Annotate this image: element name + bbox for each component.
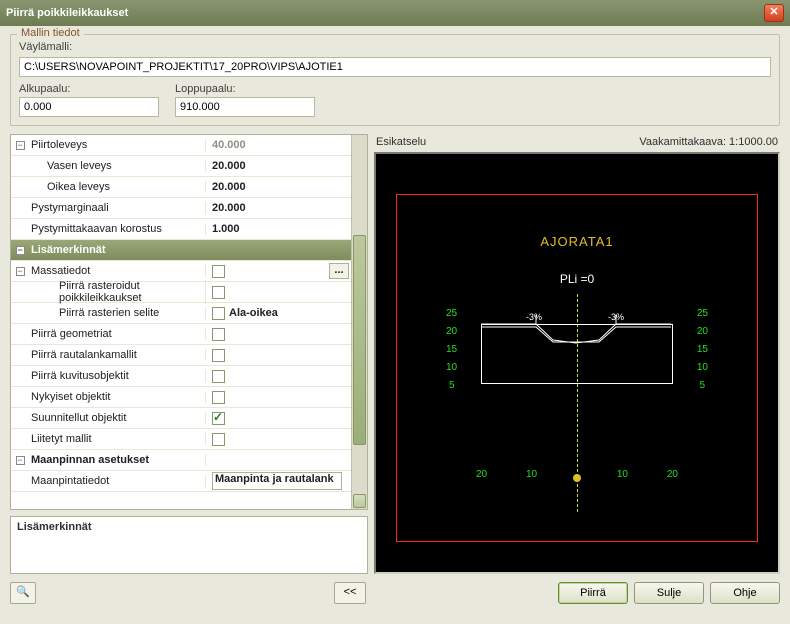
start-stake-input[interactable]: 0.000 [19, 97, 159, 117]
grid-row[interactable]: Oikea leveys20.000 [11, 177, 351, 198]
collapse-button[interactable]: << [334, 582, 366, 604]
property-name: Oikea leveys [29, 181, 206, 193]
checkbox[interactable] [212, 391, 225, 404]
property-name: Piirrä rasterien selite [29, 307, 206, 319]
preview-canvas: AJORATA1 PLi =0 -3% -3% 25 20 15 10 5 25… [374, 152, 780, 574]
path-label: Väylämalli: [19, 41, 771, 53]
title-bar: Piirrä poikkileikkaukset ✕ [0, 0, 790, 26]
close-icon[interactable]: ✕ [764, 4, 784, 22]
grid-row[interactable]: Piirrä rautalankamallit [11, 345, 351, 366]
scrollbar[interactable] [351, 135, 367, 509]
preview-title-2: PLi =0 [376, 272, 778, 286]
grid-row[interactable]: Piirrä kuvitusobjektit [11, 366, 351, 387]
bottom-bar: 🔍 << Piirrä Sulje Ohje [0, 574, 790, 612]
property-name: Piirrä rasteroidut poikkileikkaukset [29, 280, 206, 304]
grid-row[interactable]: Pystymittakaavan korostus1.000 [11, 219, 351, 240]
draw-button[interactable]: Piirrä [558, 582, 628, 604]
expand-toggle[interactable]: − [11, 265, 29, 277]
grid-row[interactable]: Piirrä rasteroidut poikkileikkaukset [11, 282, 351, 303]
property-value[interactable] [206, 286, 351, 299]
description-box: Lisämerkinnät [10, 516, 368, 574]
checkbox[interactable] [212, 412, 225, 425]
grid-row[interactable]: Nykyiset objektit [11, 387, 351, 408]
property-value[interactable]: ... [206, 263, 351, 279]
property-value[interactable] [206, 349, 351, 362]
property-value[interactable]: 20.000 [206, 160, 351, 172]
property-name: Lisämerkinnät [29, 244, 206, 256]
property-name: Vasen leveys [29, 160, 206, 172]
model-path-input[interactable]: C:\USERS\NOVAPOINT_PROJEKTIT\17_20PRO\VI… [19, 57, 771, 77]
zoom-icon[interactable]: 🔍 [10, 582, 36, 604]
property-name: Piirtoleveys [29, 139, 206, 151]
grid-row[interactable]: Piirrä geometriat [11, 324, 351, 345]
window-title: Piirrä poikkileikkaukset [6, 7, 764, 19]
property-name: Nykyiset objektit [29, 391, 206, 403]
grid-row[interactable]: −Massatiedot... [11, 261, 351, 282]
expand-toggle[interactable]: − [11, 454, 29, 466]
checkbox[interactable] [212, 307, 225, 320]
property-value[interactable]: 1.000 [206, 223, 351, 235]
property-name: Piirrä rautalankamallit [29, 349, 206, 361]
property-value[interactable]: Ala-oikea [206, 307, 351, 320]
checkbox[interactable] [212, 349, 225, 362]
property-value[interactable]: 20.000 [206, 181, 351, 193]
scrollbar-thumb[interactable] [353, 235, 366, 445]
property-grid[interactable]: −Piirtoleveys40.000Vasen leveys20.000Oik… [10, 134, 368, 510]
property-name: Piirrä kuvitusobjektit [29, 370, 206, 382]
grid-row[interactable]: −Lisämerkinnät [11, 240, 351, 261]
grid-row[interactable]: Pystymarginaali20.000 [11, 198, 351, 219]
property-value[interactable]: Maanpinta ja rautalank [206, 472, 351, 490]
fieldset-legend: Mallin tiedot [17, 27, 84, 39]
preview-label: Esikatselu [376, 136, 426, 148]
checkbox[interactable] [212, 433, 225, 446]
property-value[interactable] [206, 391, 351, 404]
start-label: Alkupaalu: [19, 83, 159, 95]
property-value[interactable] [206, 328, 351, 341]
property-value[interactable]: 40.000 [206, 139, 351, 151]
model-info-section: Mallin tiedot Väylämalli: C:\USERS\NOVAP… [0, 26, 790, 134]
end-label: Loppupaalu: [175, 83, 315, 95]
checkbox[interactable] [212, 265, 225, 278]
property-value[interactable] [206, 412, 351, 425]
checkbox[interactable] [212, 328, 225, 341]
description-title: Lisämerkinnät [17, 521, 92, 533]
road-profile [481, 312, 671, 352]
property-name: Liitetyt mallit [29, 433, 206, 445]
grid-row[interactable]: −Maanpinnan asetukset [11, 450, 351, 471]
grid-row[interactable]: Suunnitellut objektit [11, 408, 351, 429]
property-name: Maanpintatiedot [29, 475, 206, 487]
zero-marker [573, 474, 581, 482]
grid-row[interactable]: Liitetyt mallit [11, 429, 351, 450]
help-button[interactable]: Ohje [710, 582, 780, 604]
property-name: Piirrä geometriat [29, 328, 206, 340]
grid-row[interactable]: Maanpintatiedot Maanpinta ja rautalank [11, 471, 351, 492]
property-name: Maanpinnan asetukset [29, 454, 206, 466]
property-name: Pystymittakaavan korostus [29, 223, 206, 235]
property-value[interactable]: 20.000 [206, 202, 351, 214]
property-name: Suunnitellut objektit [29, 412, 206, 424]
grid-row[interactable]: Vasen leveys20.000 [11, 156, 351, 177]
dropdown[interactable]: Maanpinta ja rautalank [212, 472, 342, 490]
end-stake-input[interactable]: 910.000 [175, 97, 315, 117]
grid-row[interactable]: Piirrä rasterien seliteAla-oikea [11, 303, 351, 324]
preview-title-1: AJORATA1 [376, 234, 778, 249]
property-name: Pystymarginaali [29, 202, 206, 214]
property-value[interactable] [206, 370, 351, 383]
expand-toggle[interactable]: − [11, 244, 29, 256]
checkbox[interactable] [212, 370, 225, 383]
browse-button[interactable]: ... [329, 263, 349, 279]
checkbox[interactable] [212, 286, 225, 299]
grid-row[interactable]: −Piirtoleveys40.000 [11, 135, 351, 156]
expand-toggle[interactable]: − [11, 139, 29, 151]
close-button[interactable]: Sulje [634, 582, 704, 604]
scale-label: Vaakamittakaava: 1:1000.00 [639, 136, 778, 148]
property-name: Massatiedot [29, 265, 206, 277]
property-value[interactable] [206, 433, 351, 446]
scrollbar-down-icon[interactable] [353, 494, 366, 508]
